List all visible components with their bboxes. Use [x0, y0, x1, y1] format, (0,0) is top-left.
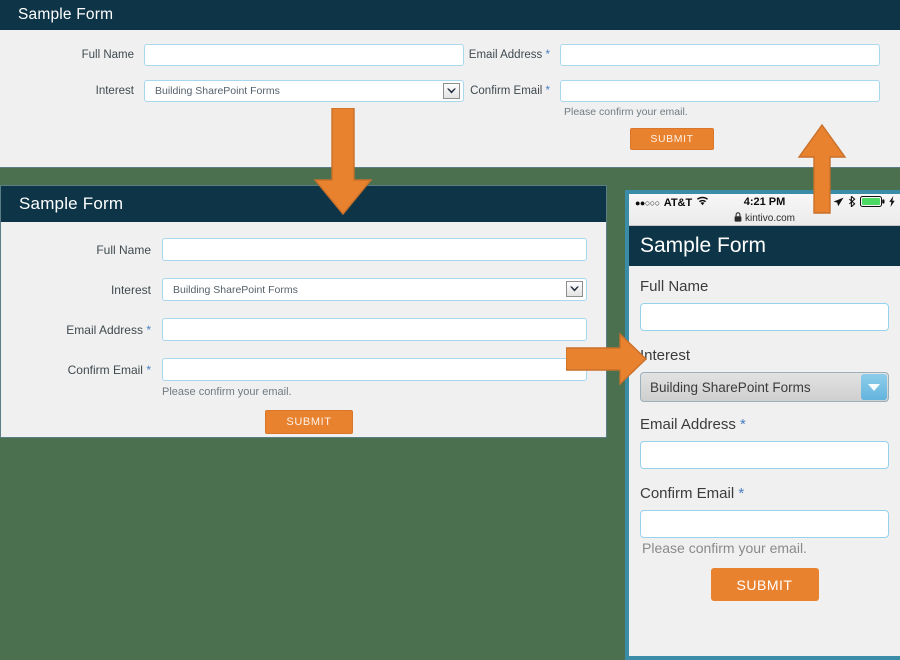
desktop-field-email: Email Address * — [460, 44, 880, 66]
arrow-up-icon — [797, 124, 847, 214]
required-marker: * — [738, 485, 745, 502]
tablet-field-confirm-email: Confirm Email * — [1, 358, 606, 381]
required-marker: * — [146, 362, 151, 377]
chevron-down-icon[interactable] — [861, 374, 887, 400]
tablet-submit-button[interactable]: SUBMIT — [265, 410, 353, 434]
phone-email-input[interactable] — [640, 441, 889, 469]
required-marker: * — [740, 416, 746, 433]
phone-email-label: Email Address * — [640, 416, 746, 433]
desktop-form-window: Sample Form Full Name Interest Building … — [0, 0, 900, 168]
desktop-email-input[interactable] — [560, 44, 880, 66]
desktop-interest-select[interactable]: Building SharePoint Forms — [144, 80, 464, 102]
lock-icon — [734, 211, 742, 225]
phone-form-title: Sample Form — [629, 226, 900, 266]
charging-bolt-icon — [889, 196, 895, 210]
phone-url-bar[interactable]: kintivo.com — [629, 211, 900, 225]
phone-status-bar: ●●○○○ AT&T 4:21 PM kintivo.com — [629, 194, 900, 226]
desktop-field-interest: Interest Building SharePoint Forms — [50, 80, 464, 102]
desktop-form-title: Sample Form — [0, 0, 900, 30]
desktop-full-name-label: Full Name — [81, 49, 134, 61]
desktop-left-column: Full Name Interest Building SharePoint F… — [50, 44, 464, 116]
tablet-confirm-hint: Please confirm your email. — [162, 386, 292, 398]
tablet-full-name-label: Full Name — [96, 242, 151, 257]
tablet-email-input[interactable] — [162, 318, 587, 341]
tablet-field-interest: Interest Building SharePoint Forms — [1, 278, 606, 301]
tablet-interest-label: Interest — [110, 282, 151, 297]
desktop-submit-button[interactable]: SUBMIT — [630, 128, 714, 150]
phone-submit-button[interactable]: SUBMIT — [710, 568, 819, 601]
screenshot-canvas: Sample Form Full Name Interest Building … — [0, 0, 900, 660]
bluetooth-icon — [848, 195, 856, 210]
tablet-form-body: Full Name Interest Building SharePoint F… — [1, 222, 606, 437]
phone-confirm-input[interactable] — [640, 510, 889, 538]
desktop-confirm-hint: Please confirm your email. — [564, 106, 688, 118]
phone-confirm-hint: Please confirm your email. — [642, 540, 807, 556]
desktop-field-full-name: Full Name — [50, 44, 464, 66]
phone-interest-label: Interest — [640, 347, 691, 364]
phone-full-name-input[interactable] — [640, 303, 889, 331]
arrow-down-icon — [313, 108, 373, 216]
phone-form-body: Full Name Interest Building SharePoint F… — [629, 266, 900, 656]
tablet-interest-value: Building SharePoint Forms — [173, 283, 298, 296]
phone-interest-value: Building SharePoint Forms — [650, 379, 811, 395]
desktop-confirm-input[interactable] — [560, 80, 880, 102]
tablet-full-name-input[interactable] — [162, 238, 587, 261]
status-bar-top-row: ●●○○○ AT&T 4:21 PM — [629, 194, 900, 211]
phone-url-text: kintivo.com — [744, 212, 795, 224]
tablet-confirm-label: Confirm Email * — [67, 362, 151, 377]
phone-mockup: ●●○○○ AT&T 4:21 PM kintivo.com Sample Fo… — [625, 190, 900, 660]
desktop-interest-value: Building SharePoint Forms — [155, 85, 280, 97]
tablet-form-title: Sample Form — [1, 186, 606, 222]
tablet-field-email: Email Address * — [1, 318, 606, 341]
desktop-field-confirm-email: Confirm Email * — [460, 80, 880, 102]
chevron-down-icon[interactable] — [443, 83, 460, 99]
tablet-form-window: Sample Form Full Name Interest Building … — [0, 185, 607, 438]
desktop-confirm-label: Confirm Email * — [470, 85, 550, 97]
phone-interest-select[interactable]: Building SharePoint Forms — [640, 372, 889, 402]
chevron-down-icon[interactable] — [566, 281, 583, 297]
desktop-interest-label: Interest — [95, 85, 134, 97]
arrow-right-icon — [566, 332, 648, 386]
tablet-email-label: Email Address * — [66, 322, 151, 337]
tablet-field-full-name: Full Name — [1, 238, 606, 261]
phone-confirm-label: Confirm Email * — [640, 485, 745, 502]
required-marker: * — [545, 49, 550, 61]
tablet-confirm-input[interactable] — [162, 358, 587, 381]
desktop-email-label: Email Address * — [468, 49, 550, 61]
phone-full-name-label: Full Name — [640, 278, 709, 295]
desktop-full-name-input[interactable] — [144, 44, 464, 66]
required-marker: * — [146, 322, 151, 337]
required-marker: * — [545, 85, 550, 97]
tablet-interest-select[interactable]: Building SharePoint Forms — [162, 278, 587, 301]
desktop-form-body: Full Name Interest Building SharePoint F… — [0, 30, 900, 167]
battery-icon — [860, 196, 885, 210]
